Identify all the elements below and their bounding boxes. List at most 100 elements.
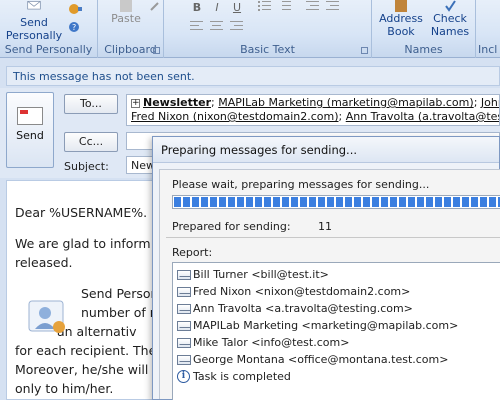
send-personally-button[interactable]: Send Personally [4, 0, 64, 42]
report-item: Fred Nixon <nixon@testdomain2.com> [177, 283, 500, 300]
wait-text: Please wait, preparing messages for send… [172, 178, 430, 191]
report-item: MAPILab Marketing <marketing@mapilab.com… [177, 317, 500, 334]
bullets-button[interactable] [256, 0, 274, 16]
paste-icon [120, 0, 132, 12]
svg-text:?: ? [72, 23, 76, 32]
to-button[interactable]: To... [64, 94, 118, 114]
clipboard-launcher-icon[interactable] [153, 47, 160, 54]
align-right-button[interactable] [228, 20, 246, 36]
send-envelope-icon [17, 107, 43, 125]
check-names-label-1: Check [433, 12, 467, 25]
report-item-text: Mike Talor <info@test.com> [193, 336, 350, 349]
numbering-button[interactable] [276, 0, 294, 16]
format-painter-icon [150, 2, 159, 11]
align-right-icon [230, 21, 243, 30]
group-include: Incl [476, 0, 500, 58]
info-icon: i [177, 370, 190, 383]
address-book-label-1: Address [379, 12, 423, 25]
send-button-label: Send [16, 129, 44, 142]
mail-icon [177, 337, 191, 348]
address-book-icon [395, 0, 407, 12]
align-left-icon [190, 21, 203, 30]
body-p1-line2: released. [15, 255, 73, 270]
send-personally-icon [27, 1, 41, 10]
bullets-icon [258, 1, 271, 11]
mail-icon [177, 286, 191, 297]
italic-button[interactable]: I [208, 0, 226, 16]
check-names-button[interactable]: Check Names [426, 0, 474, 38]
recipient-fred-nixon[interactable]: Fred Nixon (nixon@testdomain2.com) [131, 110, 339, 123]
report-item-text: Ann Travolta <a.travolta@testing.com> [193, 302, 413, 315]
group-label-names: Names [404, 43, 443, 56]
decrease-indent-icon [306, 1, 319, 10]
address-book-label-2: Book [387, 25, 415, 38]
group-send-personally: Send Personally ? Send Personally [0, 0, 98, 58]
check-names-label-2: Names [430, 25, 470, 38]
send-personally-label-1: Send [20, 16, 48, 29]
help-icon: ? [69, 22, 79, 32]
send-button[interactable]: Send [6, 92, 54, 168]
increase-indent-icon [326, 1, 339, 10]
cc-button[interactable]: Cc... [64, 132, 118, 152]
to-field[interactable]: + Newsletter; MAPILab Marketing (marketin… [126, 94, 500, 126]
info-bar-text: This message has not been sent. [13, 70, 195, 83]
preparing-dialog: Preparing messages for sending... Please… [152, 136, 500, 400]
underline-button[interactable]: U [228, 0, 246, 16]
mail-icon [177, 303, 191, 314]
report-item-text: Fred Nixon <nixon@testdomain2.com> [193, 285, 411, 298]
dialog-content: Please wait, preparing messages for send… [159, 169, 500, 400]
recipient-john-smith[interactable]: John Smith ( [481, 96, 499, 109]
format-painter-button[interactable] [146, 0, 164, 16]
expand-icon[interactable]: + [131, 99, 140, 108]
address-book-button[interactable]: Address Book [378, 0, 424, 38]
paste-button[interactable]: Paste [104, 0, 148, 25]
progress-bar [172, 195, 500, 209]
align-center-button[interactable] [208, 20, 226, 36]
numbering-icon [282, 1, 291, 10]
send-personally-label-2: Personally [5, 29, 63, 42]
report-item: Mike Talor <info@test.com> [177, 334, 500, 351]
report-item: i Task is completed [177, 368, 500, 385]
align-center-icon [210, 21, 223, 30]
basic-text-launcher-icon[interactable] [361, 47, 368, 54]
report-item: George Montana <office@montana.test.com> [177, 351, 500, 368]
group-names: Address Book Check Names Names [372, 0, 476, 58]
report-divider [166, 237, 500, 238]
options-button[interactable] [66, 2, 84, 18]
ribbon: Send Personally ? Send Personally Paste … [0, 0, 500, 58]
report-item: Bill Turner <bill@test.it> [177, 266, 500, 283]
mail-icon [177, 269, 191, 280]
paste-label: Paste [111, 12, 141, 25]
recipient-ann-travolta[interactable]: Ann Travolta (a.travolta@testing.com [346, 110, 499, 123]
group-label-send-personally: Send Personally [4, 43, 93, 56]
group-clipboard: Paste Clipboard [98, 0, 164, 58]
increase-indent-button[interactable] [324, 0, 342, 16]
prepared-label: Prepared for sending: [172, 220, 291, 233]
group-label-basic-text: Basic Text [240, 43, 295, 56]
group-label-include: Incl [478, 43, 498, 56]
help-button[interactable]: ? [66, 20, 84, 36]
progress-fill [174, 197, 500, 207]
recipient-newsletter[interactable]: Newsletter [143, 96, 211, 109]
report-item: Ann Travolta <a.travolta@testing.com> [177, 300, 500, 317]
report-item-text: Bill Turner <bill@test.it> [193, 268, 329, 281]
align-left-button[interactable] [188, 20, 206, 36]
mail-icon [177, 320, 191, 331]
subject-label: Subject: [64, 160, 109, 173]
report-list[interactable]: Bill Turner <bill@test.it> Fred Nixon <n… [172, 262, 500, 400]
mail-icon [177, 354, 191, 365]
contact-card-icon [28, 300, 65, 333]
group-basic-text: B I U Basic Text [164, 0, 372, 58]
options-icon [69, 4, 82, 14]
decrease-indent-button[interactable] [304, 0, 322, 16]
report-item-text: MAPILab Marketing <marketing@mapilab.com… [193, 319, 459, 332]
recipient-mapilab[interactable]: MAPILab Marketing (marketing@mapilab.com… [218, 96, 473, 109]
check-names-icon [445, 0, 456, 12]
prepared-count: 11 [318, 220, 332, 233]
dialog-title[interactable]: Preparing messages for sending... [153, 137, 499, 163]
bold-button[interactable]: B [188, 0, 206, 16]
report-item-text: George Montana <office@montana.test.com> [193, 353, 449, 366]
report-label: Report: [172, 246, 213, 259]
report-item-text: Task is completed [193, 370, 291, 383]
info-bar: This message has not been sent. [6, 66, 500, 86]
